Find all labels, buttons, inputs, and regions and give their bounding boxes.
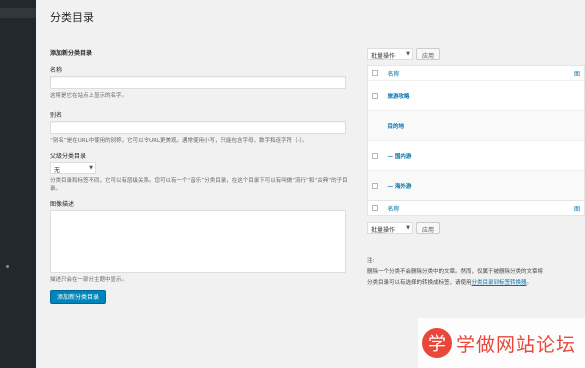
column-name-header[interactable]: 名称 (388, 71, 400, 78)
bulk-action-value: 批量操作 (371, 227, 396, 234)
name-input[interactable] (50, 76, 346, 89)
bulk-action-value: 批量操作 (371, 53, 396, 60)
select-all-checkbox-bottom[interactable] (372, 205, 378, 211)
slug-description: “别名”是在URL中使用的别称，它可以令URL更美观。通常使用小写，只能包含字母… (50, 138, 308, 144)
category-name-link[interactable]: — 海外游 (388, 184, 412, 190)
form-heading: 添加新分类目录 (50, 50, 93, 57)
description-textarea[interactable] (50, 210, 346, 273)
table-row: — 国内游 (367, 140, 585, 171)
name-description: 这将是它在站点上显示的名字。 (50, 93, 128, 99)
category-name-link[interactable]: 目的地 (388, 124, 405, 130)
category-table: 名称 图 旅游攻略 目的地 — 国内游 — 海外游 名称 图 (367, 65, 585, 216)
chevron-down-icon: ▼ (406, 225, 410, 231)
table-header: 名称 图 (368, 66, 585, 81)
parent-select-value: 无 (54, 167, 61, 174)
table-row: 目的地 (367, 110, 585, 141)
bulk-action-select[interactable]: 批量操作 ▼ (367, 48, 413, 60)
parent-select[interactable]: 无 ▼ (50, 162, 96, 174)
select-all-checkbox[interactable] (372, 70, 378, 76)
row-checkbox[interactable] (372, 152, 378, 159)
notes-line-2-suffix: 。 (526, 280, 533, 286)
category-name-link[interactable]: 旅游攻略 (388, 94, 410, 100)
category-list-panel: 批量操作 ▼ 应用 名称 图 旅游攻略 目的地 — 国内游 — 海外游 名称 图… (367, 48, 585, 289)
notes-section: 注: 删除一个分类不会删除分类中的文章。然而，仅属于被删除分类的文章将 分类目录… (367, 256, 585, 289)
watermark: 学 学做网站论坛 (418, 318, 585, 368)
notes-line-2: 分类目录可以有选择的转换成标签，请使用分类目录到标签转换器。 (367, 278, 585, 289)
sidebar-menu-item[interactable] (0, 8, 36, 18)
add-category-button[interactable]: 添加新分类目录 (50, 290, 107, 304)
table-footer: 名称 图 (367, 200, 585, 216)
page-title: 分类目录 (50, 11, 94, 24)
notes-title: 注: (367, 258, 375, 264)
chevron-down-icon: ▼ (406, 51, 410, 57)
bulk-actions-top: 批量操作 ▼ 应用 (367, 48, 585, 60)
row-checkbox[interactable] (372, 92, 378, 99)
admin-sidebar (0, 0, 36, 368)
watermark-badge: 学 (422, 328, 452, 358)
column-name-footer[interactable]: 名称 (388, 206, 400, 213)
notes-line-1: 删除一个分类不会删除分类中的文章。然而，仅属于被删除分类的文章将 (367, 269, 544, 275)
sidebar-dot-icon (6, 265, 9, 268)
apply-button[interactable]: 应用 (416, 48, 441, 60)
name-label: 名称 (50, 67, 63, 74)
notes-line-2-prefix: 分类目录可以有选择的转换成标签，请使用 (367, 280, 472, 286)
column-right-header[interactable]: 图 (574, 71, 580, 78)
category-name-link[interactable]: — 国内游 (388, 154, 412, 160)
bulk-action-select-bottom[interactable]: 批量操作 ▼ (367, 222, 413, 234)
row-checkbox[interactable] (372, 182, 378, 189)
parent-label: 父级分类目录 (50, 153, 87, 160)
table-row: — 海外游 (367, 170, 585, 201)
column-right-footer[interactable]: 图 (574, 206, 580, 213)
table-row: 旅游攻略 (367, 80, 585, 111)
chevron-down-icon: ▼ (89, 165, 93, 171)
tag-converter-link[interactable]: 分类目录到标签转换器 (472, 280, 527, 286)
description-label: 图像描述 (50, 201, 75, 208)
apply-button-bottom[interactable]: 应用 (416, 222, 441, 234)
slug-label: 别名 (50, 112, 63, 119)
bulk-actions-bottom: 批量操作 ▼ 应用 (367, 222, 585, 234)
description-help: 描述只会在一部分主题中显示。 (50, 277, 128, 283)
slug-input[interactable] (50, 121, 346, 134)
add-category-form: 添加新分类目录 名称 这将是它在站点上显示的名字。 别名 “别名”是在URL中使… (50, 48, 348, 304)
parent-description: 分类目录和标签不同，它可以有层级关系。您可以有一个“音乐”分类目录，在这个目录下… (50, 178, 348, 192)
watermark-text: 学做网站论坛 (456, 333, 577, 356)
